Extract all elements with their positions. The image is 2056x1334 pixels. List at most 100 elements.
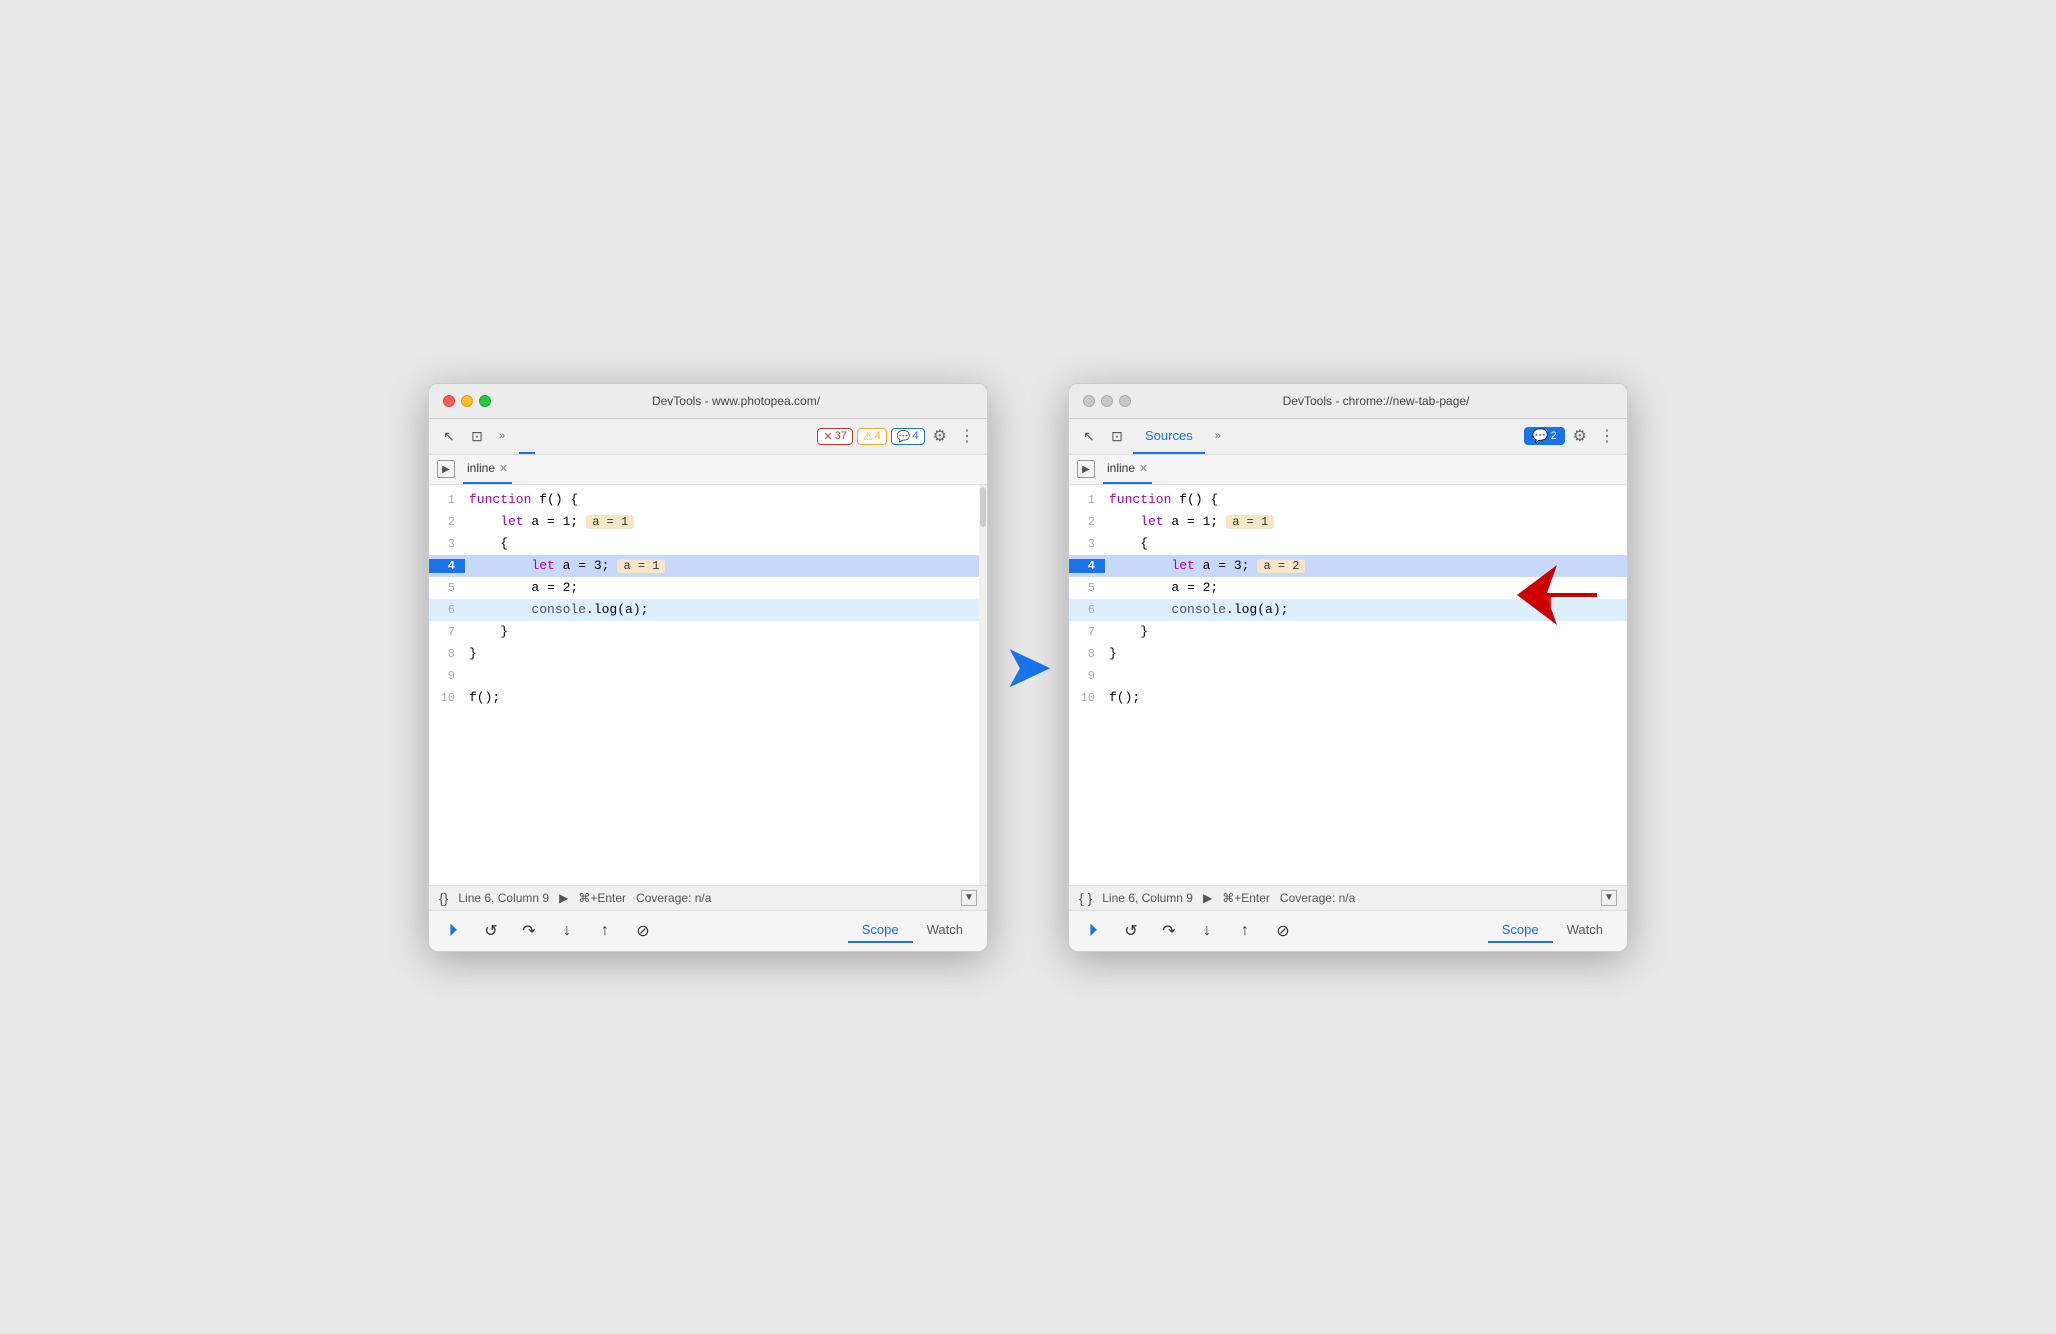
code-token: a = 1; [524, 514, 579, 529]
table-row: 9 [1069, 665, 1627, 687]
right-step-out-button[interactable]: ↑ [1231, 917, 1259, 945]
table-row: 10f(); [429, 687, 987, 709]
right-deactivate-button[interactable]: ⊘ [1269, 917, 1297, 945]
left-settings-icon[interactable]: ⚙ [929, 422, 951, 450]
left-title: DevTools - www.photopea.com/ [499, 394, 973, 408]
right-code-area[interactable]: 1function f() {2 let a = 1;a = 13 {4 let… [1069, 485, 1627, 885]
code-token: .log(a); [586, 602, 648, 617]
left-step-out-button[interactable]: ↑ [591, 917, 619, 945]
right-toolbar: ↖ ⊡ Sources » 💬 2 ⚙ ⋮ [1069, 419, 1627, 455]
code-token [469, 602, 531, 617]
code-token [469, 558, 531, 573]
console-token: console [1171, 602, 1226, 617]
table-row: 7 } [429, 621, 987, 643]
left-play-button[interactable]: ▶ [437, 460, 455, 478]
left-step-into-button[interactable]: ↓ [553, 917, 581, 945]
left-bottom-tabs: Scope Watch [848, 918, 977, 943]
code-token: .log(a); [1226, 602, 1288, 617]
left-long-resume-button[interactable]: ↺ [477, 917, 505, 945]
left-close-button[interactable] [443, 395, 455, 407]
right-step-into-button[interactable]: ↓ [1193, 917, 1221, 945]
code-token: a = 1; [1164, 514, 1219, 529]
left-deactivate-button[interactable]: ⊘ [629, 917, 657, 945]
left-cursor-icon[interactable]: ↖ [437, 424, 461, 448]
right-settings-icon[interactable]: ⚙ [1569, 422, 1591, 450]
right-scope-tab[interactable]: Scope [1488, 918, 1553, 943]
code-token: f() { [1171, 492, 1218, 507]
code-token [1109, 602, 1171, 617]
left-more-icon[interactable]: ⋮ [955, 422, 979, 450]
left-scrollbar[interactable] [979, 485, 987, 885]
right-coverage: Coverage: n/a [1280, 891, 1355, 905]
right-watch-tab[interactable]: Watch [1553, 918, 1617, 943]
keyword-token: let [1140, 514, 1163, 529]
code-token: a = 2; [1109, 580, 1218, 595]
right-more-icon[interactable]: ⋮ [1595, 422, 1619, 450]
left-resume-button[interactable]: ⏵ [439, 917, 467, 945]
code-token: a = 3; [1195, 558, 1250, 573]
left-layers-icon[interactable]: ⊡ [465, 424, 489, 448]
left-error-badge[interactable]: ✕ 37 [817, 428, 852, 445]
right-status-position: Line 6, Column 9 [1102, 891, 1193, 905]
code-token [1109, 558, 1171, 573]
right-minimize-button[interactable] [1101, 395, 1113, 407]
left-run-indicator: ▶ [559, 891, 568, 905]
left-warning-badge[interactable]: ⚠ 4 [857, 428, 887, 445]
left-more-panels[interactable]: » [493, 428, 511, 444]
table-row: 8} [1069, 643, 1627, 665]
right-tab-close[interactable]: ✕ [1139, 462, 1148, 475]
right-status-bar: { } Line 6, Column 9 ▶ ⌘+Enter Coverage:… [1069, 885, 1627, 910]
left-status-bar: {} Line 6, Column 9 ▶ ⌘+Enter Coverage: … [429, 885, 987, 910]
console-token: console [531, 602, 586, 617]
code-token: } [1109, 624, 1148, 639]
left-code-area[interactable]: 1function f() {2 let a = 1;a = 13 {4 let… [429, 485, 987, 885]
table-row: 3 { [429, 533, 987, 555]
left-maximize-button[interactable] [479, 395, 491, 407]
right-message-badge[interactable]: 💬 2 [1524, 427, 1564, 445]
value-badge: a = 1 [617, 559, 665, 573]
left-traffic-lights [443, 395, 491, 407]
right-title-bar: DevTools - chrome://new-tab-page/ [1069, 384, 1627, 419]
right-cursor-icon[interactable]: ↖ [1077, 424, 1101, 448]
table-row: 1function f() { [429, 489, 987, 511]
right-play-button[interactable]: ▶ [1077, 460, 1095, 478]
code-token [1109, 514, 1140, 529]
right-format-button[interactable]: { } [1079, 890, 1092, 906]
right-resume-button[interactable]: ⏵ [1079, 917, 1107, 945]
table-row: 5 a = 2; [429, 577, 987, 599]
left-devtools-window: DevTools - www.photopea.com/ ↖ ⊡ » ✕ 37 … [428, 383, 988, 952]
right-bottom-toolbar: ⏵ ↺ ↷ ↓ ↑ ⊘ Scope Watch [1069, 910, 1627, 951]
table-row: 10f(); [1069, 687, 1627, 709]
table-row: 9 [429, 665, 987, 687]
left-inline-tab[interactable]: inline ✕ [463, 455, 512, 484]
table-row: 3 { [1069, 533, 1627, 555]
code-token: { [469, 536, 508, 551]
left-format-button[interactable]: {} [439, 890, 448, 906]
right-file-tab-bar: ▶ inline ✕ [1069, 455, 1627, 485]
value-badge: a = 1 [586, 515, 634, 529]
left-info-badge[interactable]: 💬 4 [891, 428, 925, 445]
left-scrollbar-thumb[interactable] [980, 487, 986, 527]
left-watch-tab[interactable]: Watch [913, 918, 977, 943]
right-maximize-button[interactable] [1119, 395, 1131, 407]
code-token [469, 514, 500, 529]
keyword-token: let [531, 558, 554, 573]
code-token: } [1109, 646, 1117, 661]
code-token: } [469, 646, 477, 661]
right-inline-tab[interactable]: inline ✕ [1103, 455, 1152, 484]
right-long-resume-button[interactable]: ↺ [1117, 917, 1145, 945]
right-step-over-button[interactable]: ↷ [1155, 917, 1183, 945]
right-sources-tab[interactable]: Sources [1133, 418, 1205, 454]
left-step-over-button[interactable]: ↷ [515, 917, 543, 945]
left-toolbar: ↖ ⊡ » ✕ 37 ⚠ 4 💬 4 ⚙ ⋮ [429, 419, 987, 455]
right-code-lines: 1function f() {2 let a = 1;a = 13 {4 let… [1069, 485, 1627, 865]
right-more-panels[interactable]: » [1209, 428, 1227, 444]
left-tab-close[interactable]: ✕ [499, 462, 508, 475]
left-code-lines: 1function f() {2 let a = 1;a = 13 {4 let… [429, 485, 987, 865]
right-bottom-tabs: Scope Watch [1488, 918, 1617, 943]
left-scope-tab[interactable]: Scope [848, 918, 913, 943]
right-close-button[interactable] [1083, 395, 1095, 407]
left-bottom-toolbar: ⏵ ↺ ↷ ↓ ↑ ⊘ Scope Watch [429, 910, 987, 951]
left-minimize-button[interactable] [461, 395, 473, 407]
right-layers-icon[interactable]: ⊡ [1105, 424, 1129, 448]
